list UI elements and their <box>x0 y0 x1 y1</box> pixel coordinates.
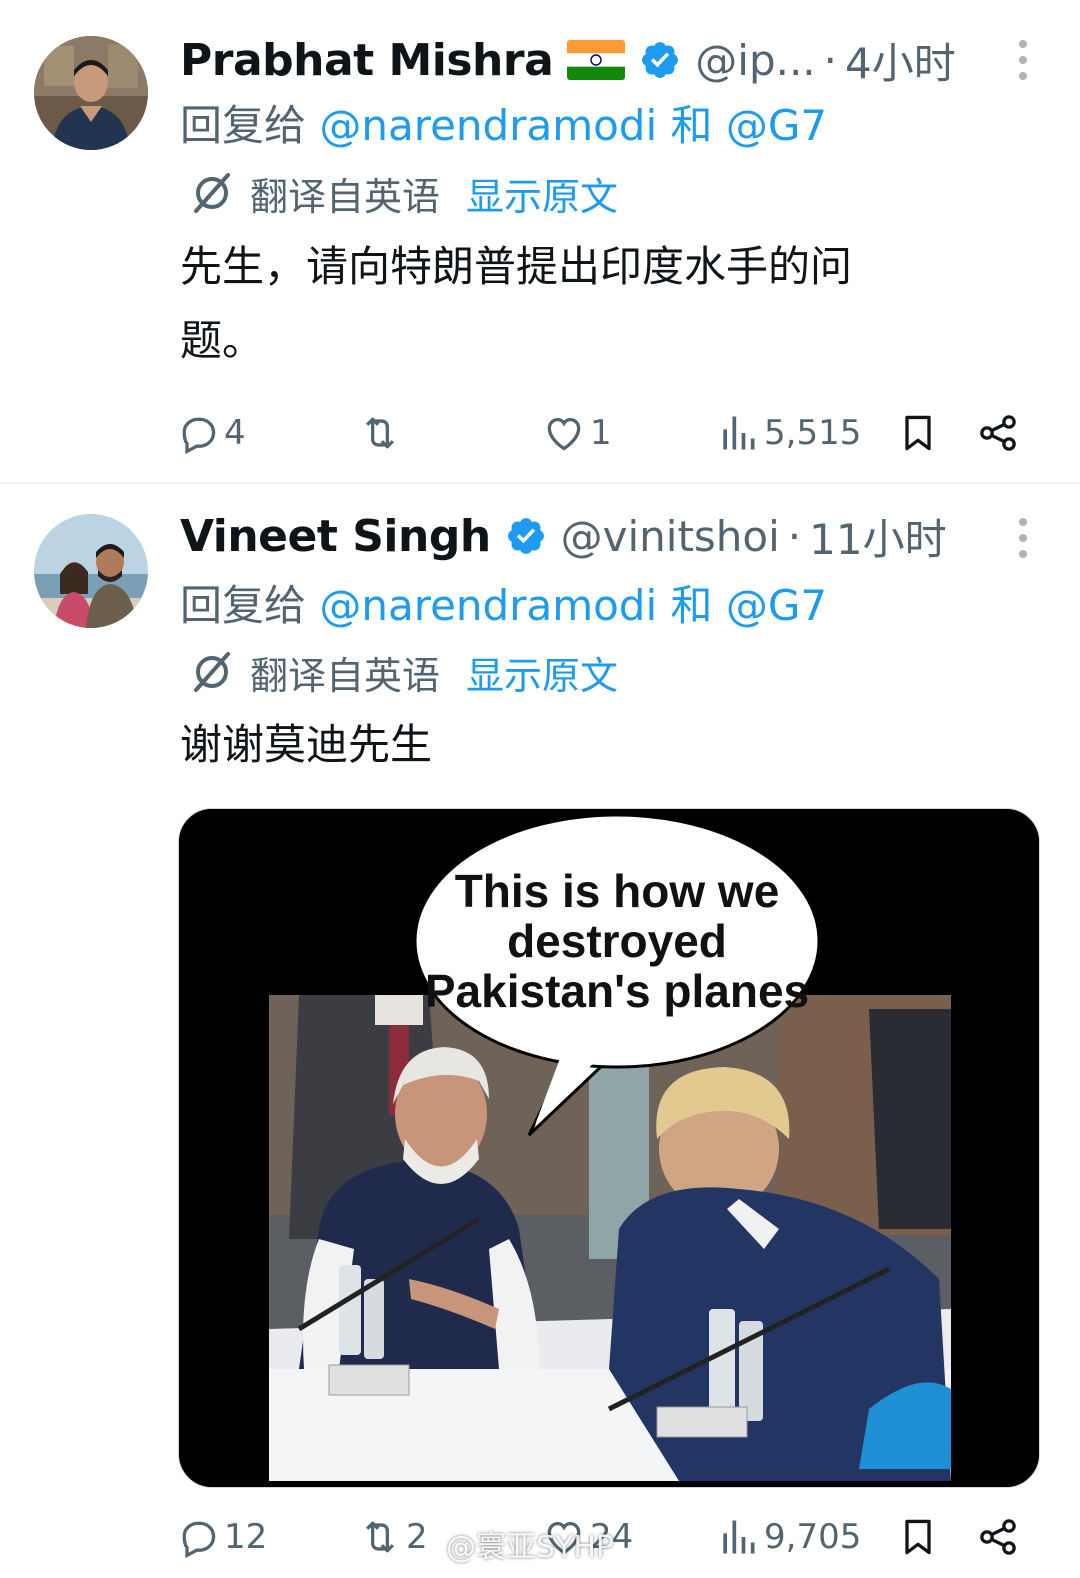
india-flag-icon <box>567 40 626 80</box>
translation-notice: 翻译自英语 显示原文 <box>188 644 618 700</box>
view-count: 9,705 <box>764 1517 862 1557</box>
verified-badge-icon <box>639 39 681 81</box>
timestamp[interactable]: 11小时 <box>809 506 946 567</box>
display-name[interactable]: Prabhat Mishra <box>180 35 554 86</box>
view-count: 5,515 <box>764 413 862 453</box>
more-options-icon[interactable] <box>1016 40 1030 80</box>
translate-icon <box>194 173 230 213</box>
bookmark-button[interactable] <box>896 1512 940 1562</box>
views-button[interactable]: 5,515 <box>716 408 861 458</box>
share-icon <box>980 415 1016 451</box>
retweet-button[interactable]: 2 <box>358 1512 428 1562</box>
show-original-link[interactable]: 显示原文 <box>466 645 618 700</box>
translate-icon <box>194 652 230 692</box>
like-count: 1 <box>590 413 612 453</box>
reply-prefix: 回复给 <box>180 581 307 630</box>
weibo-watermark: @寰亚SYHP <box>446 1530 615 1565</box>
retweet-button[interactable] <box>358 408 406 458</box>
translated-from-label: 翻译自英语 <box>250 653 441 698</box>
tweet-prabhat-mishra[interactable]: Prabhat Mishra @ip... · 4小时 回复给 @narendr… <box>0 0 1080 484</box>
display-name[interactable]: Vineet Singh <box>180 511 491 562</box>
heart-icon <box>547 417 581 451</box>
translation-notice: 翻译自英语 显示原文 <box>188 165 618 221</box>
tweet-header: Vineet Singh @vinitshoi · 11小时 <box>180 506 1056 566</box>
reply-button[interactable]: 4 <box>176 408 246 458</box>
retweet-icon <box>365 1521 395 1553</box>
translated-from-label: 翻译自英语 <box>250 174 441 219</box>
views-chart-icon <box>723 1520 755 1554</box>
tweet-text: 谢谢莫迪先生 <box>180 708 980 782</box>
tweet-text-line: 谢谢莫迪先生 <box>180 720 433 769</box>
mention-link[interactable]: @G7 <box>726 581 827 630</box>
share-button[interactable] <box>976 408 1020 458</box>
reply-count: 12 <box>224 1517 268 1557</box>
show-original-link[interactable]: 显示原文 <box>466 166 618 221</box>
reply-count: 4 <box>224 413 246 453</box>
timestamp[interactable]: 4小时 <box>845 30 956 91</box>
share-button[interactable] <box>976 1512 1020 1562</box>
like-button[interactable]: 1 <box>542 408 612 458</box>
avatar[interactable] <box>34 514 148 628</box>
bookmark-icon <box>905 415 931 451</box>
mention-connector: 和 <box>670 581 713 630</box>
verified-badge-icon <box>505 515 547 557</box>
views-button[interactable]: 9,705 <box>716 1512 861 1562</box>
mention-connector: 和 <box>670 101 713 150</box>
bubble-line: This is how we <box>455 865 780 917</box>
bubble-line: Pakistan's planes <box>425 965 809 1017</box>
share-icon <box>980 1519 1016 1555</box>
tweet-header: Prabhat Mishra @ip... · 4小时 <box>180 30 1056 90</box>
tweet-text-line: 题。 <box>180 316 265 365</box>
tweet-vineet-singh[interactable]: Vineet Singh @vinitshoi · 11小时 回复给 @nare… <box>0 486 1080 1578</box>
user-handle[interactable]: @ip... <box>695 36 815 85</box>
retweet-count: 2 <box>406 1517 428 1557</box>
mention-link[interactable]: @narendramodi <box>319 581 657 630</box>
bookmark-button[interactable] <box>896 408 940 458</box>
bookmark-icon <box>905 1519 931 1555</box>
tweet-media-image[interactable]: This is how we destroyed Pakistan's plan… <box>178 808 1040 1488</box>
reply-prefix: 回复给 <box>180 101 307 150</box>
retweet-icon <box>365 417 395 449</box>
action-bar: 4 1 5,515 <box>176 408 1040 458</box>
views-chart-icon <box>723 416 755 450</box>
separator-dot: · <box>787 511 802 561</box>
separator-dot: · <box>823 35 838 85</box>
mention-link[interactable]: @G7 <box>726 101 827 150</box>
reply-to-line: 回复给 @narendramodi 和 @G7 <box>180 572 827 633</box>
bubble-line: destroyed <box>507 915 727 967</box>
reply-icon <box>182 417 216 455</box>
avatar[interactable] <box>34 36 148 150</box>
user-handle[interactable]: @vinitshoi <box>561 512 780 561</box>
reply-button[interactable]: 12 <box>176 1512 267 1562</box>
tweet-text: 先生，请向特朗普提出印度水手的问 题。 <box>180 230 980 378</box>
reply-icon <box>182 1521 216 1559</box>
mention-link[interactable]: @narendramodi <box>319 101 657 150</box>
tweet-text-line: 先生，请向特朗普提出印度水手的问 <box>180 242 853 291</box>
more-options-icon[interactable] <box>1016 518 1030 558</box>
reply-to-line: 回复给 @narendramodi 和 @G7 <box>180 92 827 153</box>
